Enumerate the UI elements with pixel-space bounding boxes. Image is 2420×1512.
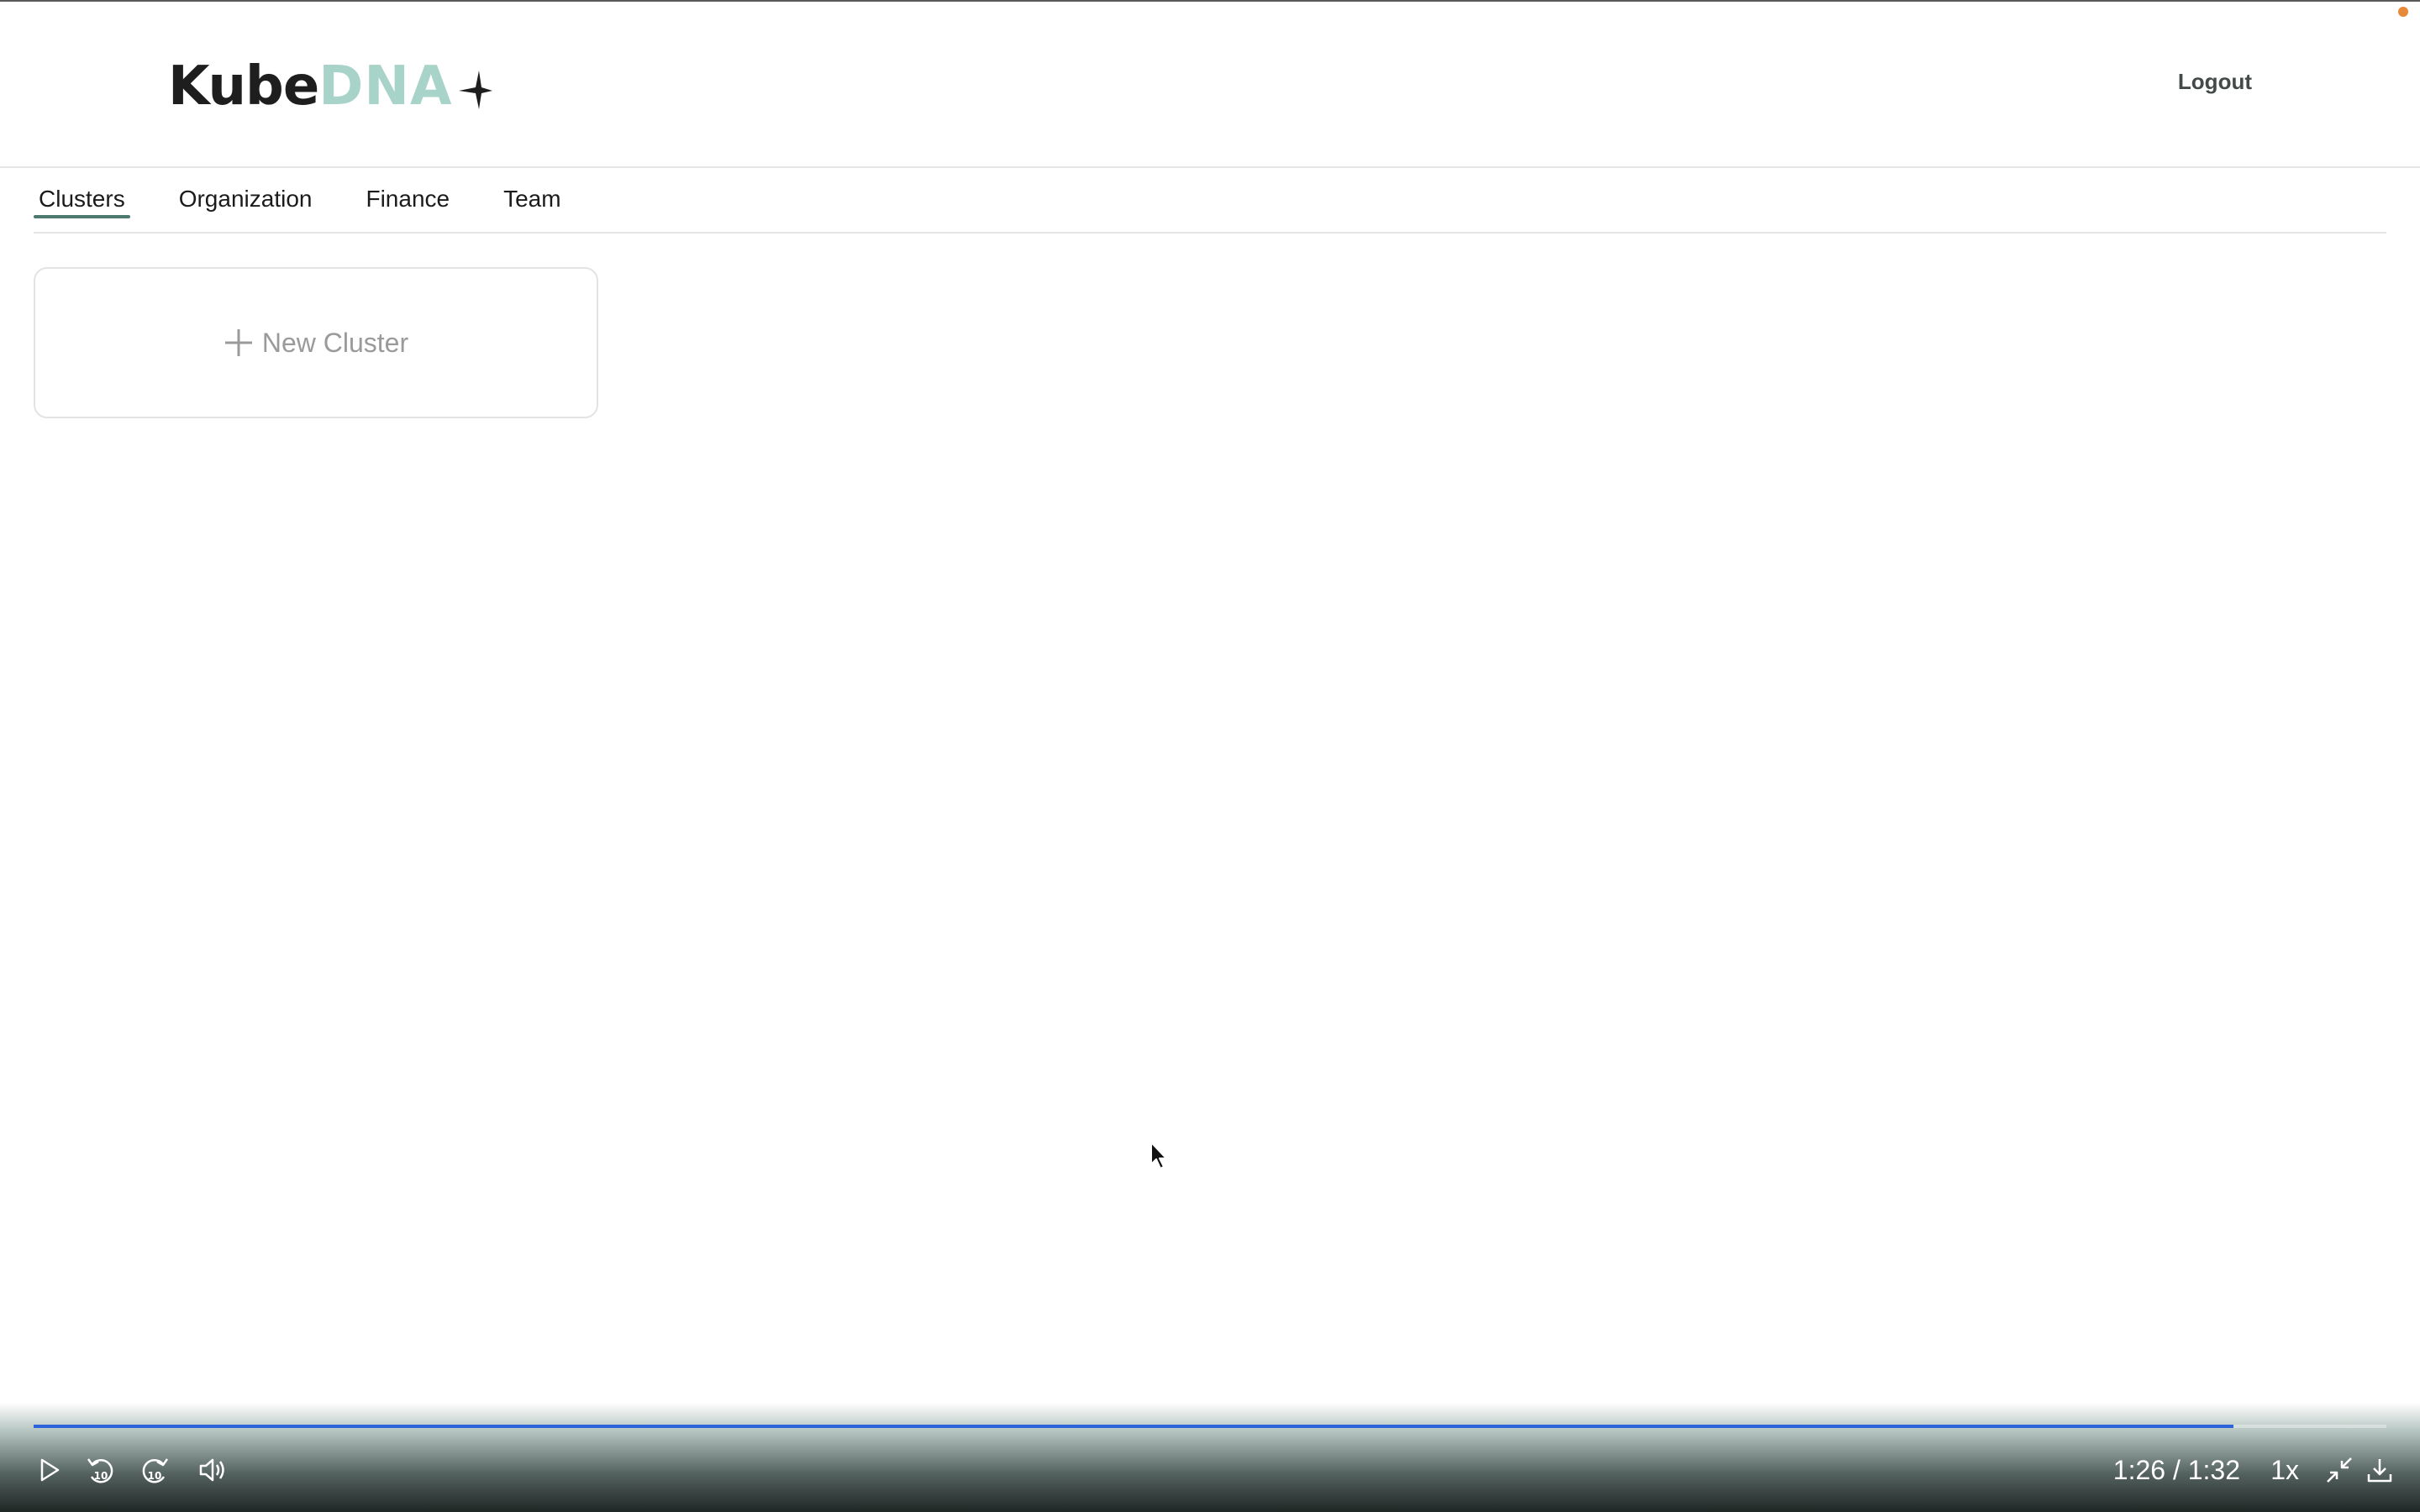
download-button[interactable]	[2361, 1452, 2398, 1488]
new-cluster-button[interactable]: New Cluster	[34, 267, 598, 418]
logo-text-kube: Kube	[168, 55, 319, 118]
logo-text-dna: DNA	[318, 55, 453, 118]
tab-team[interactable]: Team	[498, 166, 566, 232]
plus-icon	[224, 329, 252, 356]
progress-fill	[34, 1425, 2233, 1428]
svg-text:10: 10	[148, 1470, 162, 1482]
kubedna-logo[interactable]: Kube DNA	[168, 59, 494, 114]
download-icon	[2367, 1459, 2392, 1483]
svg-text:10: 10	[94, 1470, 108, 1482]
rewind-10-button[interactable]: 10	[82, 1452, 119, 1488]
new-cluster-label: New Cluster	[261, 327, 409, 358]
tab-finance[interactable]: Finance	[360, 166, 455, 232]
app-header: Kube DNA Logout	[0, 2, 2420, 168]
progress-track[interactable]	[34, 1425, 2386, 1428]
tab-organization[interactable]: Organization	[174, 166, 318, 232]
volume-icon	[199, 1458, 224, 1482]
forward-10-button[interactable]: 10	[136, 1452, 173, 1488]
app-page: Kube DNA Logout Clusters Organization Fi…	[0, 0, 2420, 1512]
rewind-10-icon: 10	[87, 1458, 113, 1483]
play-button[interactable]	[30, 1452, 67, 1488]
playback-speed-button[interactable]: 1x	[2270, 1452, 2299, 1488]
main-tab-bar: Clusters Organization Finance Team	[34, 166, 2386, 234]
mouse-cursor-icon	[1150, 1142, 1167, 1169]
play-icon	[40, 1458, 60, 1482]
volume-button[interactable]	[193, 1452, 230, 1488]
exit-fullscreen-button[interactable]	[2321, 1452, 2358, 1488]
logout-button[interactable]: Logout	[2178, 69, 2252, 95]
time-display: 1:26 / 1:32	[2112, 1455, 2240, 1485]
sparkle-star-icon	[459, 71, 493, 109]
video-player-controls: 10 10 1:26 / 1:32 1x	[0, 1403, 2420, 1512]
forward-10-icon: 10	[142, 1458, 169, 1483]
tab-clusters[interactable]: Clusters	[34, 166, 130, 232]
exit-fullscreen-icon	[2327, 1457, 2352, 1483]
